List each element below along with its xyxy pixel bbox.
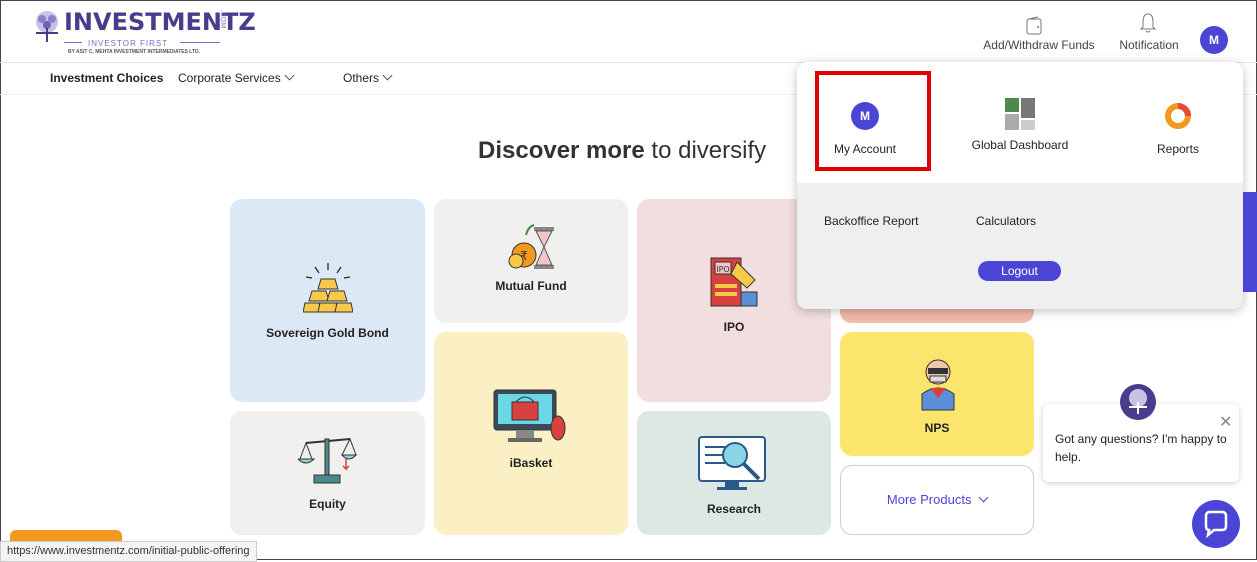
add-withdraw-label: Add/Withdraw Funds bbox=[983, 38, 1095, 52]
card-ibasket[interactable]: iBasket bbox=[434, 332, 628, 535]
calculators-link[interactable]: Calculators bbox=[976, 214, 1036, 228]
more-products-text: More Products bbox=[886, 492, 972, 507]
nav-others[interactable]: Others bbox=[343, 70, 393, 85]
bell-icon bbox=[1139, 13, 1157, 33]
logout-button[interactable]: Logout bbox=[978, 261, 1061, 281]
nav-label: Corporate Services bbox=[178, 71, 281, 85]
page-title: Discover more to diversify bbox=[478, 137, 766, 165]
notification-button[interactable]: Notification bbox=[1114, 8, 1184, 52]
nav-label: Others bbox=[343, 71, 380, 85]
backoffice-report-link[interactable]: Backoffice Report bbox=[824, 214, 919, 228]
card-nps[interactable]: NPS bbox=[840, 332, 1034, 456]
more-products-label: More Products bbox=[841, 492, 1033, 507]
brand-tagline: INVESTOR FIRST bbox=[88, 39, 169, 48]
chevron-down-icon bbox=[284, 70, 295, 81]
reports-label: Reports bbox=[1156, 142, 1200, 156]
card-label: Sovereign Gold Bond bbox=[266, 326, 389, 340]
card-label: Research bbox=[706, 502, 762, 516]
chevron-down-icon bbox=[382, 70, 393, 81]
dropdown-secondary-section: Backoffice Report Calculators Logout bbox=[797, 183, 1243, 309]
global-dashboard-menu-item[interactable]: Global Dashboard bbox=[960, 98, 1080, 152]
card-label: NPS bbox=[924, 421, 950, 435]
brand-name: INVESTMENTZ bbox=[64, 8, 256, 36]
nav-investment-choices[interactable]: Investment Choices bbox=[50, 71, 163, 85]
logo-divider bbox=[180, 42, 220, 43]
svg-text:IPO: IPO bbox=[716, 265, 729, 274]
nav-corporate-services[interactable]: Corporate Services bbox=[178, 70, 295, 85]
money-bag-hourglass-icon: ₹ bbox=[508, 224, 554, 269]
brand-suffix: .COM bbox=[219, 10, 226, 29]
card-sovereign-gold-bond[interactable]: Sovereign Gold Bond bbox=[230, 199, 425, 402]
chat-message: Got any questions? I'm happy to help. bbox=[1055, 432, 1227, 464]
reports-menu-item[interactable]: Reports bbox=[1138, 102, 1218, 156]
title-bold: Discover more bbox=[478, 137, 645, 164]
card-research[interactable]: Research bbox=[637, 411, 831, 535]
wallet-icon bbox=[1026, 16, 1042, 35]
brand-logo[interactable]: INVESTMENTZ .COM INVESTOR FIRST BY ASIT … bbox=[32, 8, 256, 56]
card-label: IPO bbox=[723, 320, 745, 334]
monitor-basket-icon bbox=[493, 389, 566, 442]
gold-bars-icon bbox=[303, 263, 353, 313]
card-label: iBasket bbox=[509, 456, 553, 470]
card-label: Mutual Fund bbox=[495, 279, 567, 293]
close-icon[interactable]: ✕ bbox=[1219, 412, 1232, 432]
card-equity[interactable]: Equity bbox=[230, 411, 425, 535]
header: INVESTMENTZ .COM INVESTOR FIRST BY ASIT … bbox=[0, 0, 1257, 63]
title-rest: to diversify bbox=[644, 137, 767, 164]
card-label: Equity bbox=[309, 497, 346, 511]
nav-label: Investment Choices bbox=[50, 71, 164, 85]
donut-chart-icon bbox=[1165, 103, 1191, 129]
status-bar-url: https://www.investmentz.com/initial-publ… bbox=[0, 541, 257, 562]
chat-bubble-icon bbox=[1204, 510, 1228, 539]
monitor-magnifier-icon bbox=[698, 436, 766, 490]
chevron-down-icon bbox=[978, 492, 989, 503]
global-dashboard-label: Global Dashboard bbox=[971, 138, 1069, 152]
notification-label: Notification bbox=[1119, 38, 1179, 52]
elderly-person-icon bbox=[921, 359, 955, 411]
chat-bot-avatar bbox=[1120, 384, 1156, 420]
brand-subtag: BY ASIT C. MEHTA INVESTMENT INTERMEDIATE… bbox=[68, 49, 201, 55]
balance-scale-icon bbox=[298, 437, 358, 484]
more-products-button[interactable]: More Products bbox=[840, 465, 1034, 535]
ipo-document-icon: IPO bbox=[710, 257, 758, 307]
user-avatar-button[interactable]: M bbox=[1200, 26, 1228, 54]
logo-divider bbox=[64, 42, 82, 43]
add-withdraw-funds-button[interactable]: Add/Withdraw Funds bbox=[980, 8, 1098, 52]
card-mutual-fund[interactable]: ₹ Mutual Fund bbox=[434, 199, 628, 323]
tree-logo-icon bbox=[1129, 389, 1147, 414]
tree-logo-icon bbox=[36, 11, 58, 42]
side-feedback-tab[interactable] bbox=[1243, 192, 1257, 292]
highlight-box bbox=[815, 71, 931, 171]
svg-text:₹: ₹ bbox=[520, 249, 528, 263]
chat-launcher-button[interactable] bbox=[1192, 500, 1240, 548]
dashboard-grid-icon bbox=[1005, 98, 1035, 130]
